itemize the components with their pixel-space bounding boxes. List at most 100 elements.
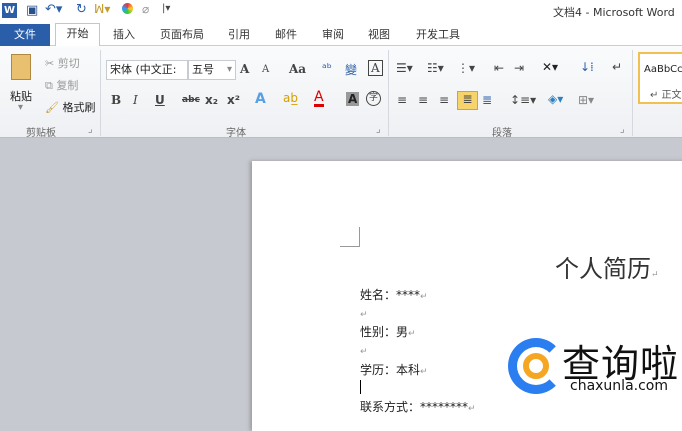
doc-line-text: 姓名：****: [360, 288, 421, 302]
style-preview: AaBbCc: [644, 64, 682, 75]
doc-line-text: 性别：男: [360, 325, 409, 339]
align-center-icon[interactable]: ≡: [418, 93, 428, 107]
font-name-value: 宋体 (中文正:: [110, 63, 177, 76]
document-title: 个人简历↵: [555, 255, 659, 283]
show-marks-icon[interactable]: ↵: [612, 60, 622, 74]
paste-dropdown-icon: ▾: [18, 102, 24, 113]
clipboard-group-label: 剪贴板: [26, 128, 56, 139]
numbering-icon[interactable]: ☷▾: [427, 61, 444, 75]
tab-file[interactable]: 文件: [0, 24, 50, 46]
ribbon-tabs: 文件 开始 插入 页面布局 引用 邮件 审阅 视图 开发工具: [0, 22, 682, 47]
font-size-select[interactable]: 五号 ▾: [188, 60, 236, 80]
justify-icon[interactable]: ≣: [457, 91, 478, 110]
doc-line-gender: 性别：男↵: [360, 325, 416, 339]
ribbon: 粘贴 ▾ ✂ 剪切 ⧉ 复制 🖌 格式刷 剪贴板 ⌟ 宋体 (中文正: 五号 ▾ …: [0, 46, 682, 139]
margin-corner-mark: [340, 227, 360, 247]
doc-line-empty: ↵: [360, 347, 368, 357]
enclose-char-icon[interactable]: 字: [366, 91, 381, 106]
doc-line-contact: 联系方式：********↵: [360, 400, 476, 414]
cut-button[interactable]: ✂ 剪切: [45, 55, 80, 71]
char-border-icon[interactable]: 變: [345, 61, 357, 78]
tab-review[interactable]: 审阅: [322, 25, 344, 46]
grow-font-icon[interactable]: A: [240, 62, 249, 76]
dialog-launcher-icon[interactable]: ⌟: [88, 124, 93, 135]
format-icon[interactable]: ꟽ▾: [94, 2, 110, 16]
format-painter-label: 格式刷: [62, 101, 96, 114]
tab-insert[interactable]: 插入: [113, 25, 135, 46]
scissors-icon: ✂: [45, 57, 55, 70]
clear-format-icon[interactable]: A: [368, 60, 383, 76]
redo-icon[interactable]: ↻: [76, 2, 87, 17]
divider: [632, 50, 633, 136]
doc-line-education: 学历：本科↵: [360, 363, 428, 377]
tab-mailings[interactable]: 邮件: [275, 25, 297, 46]
chevron-down-icon: ▾: [226, 64, 232, 75]
save-icon[interactable]: ▣: [26, 3, 38, 18]
undo-icon[interactable]: ↶▾: [45, 2, 62, 17]
superscript-button[interactable]: x²: [227, 93, 240, 107]
bold-button[interactable]: B: [111, 93, 121, 107]
word-logo-icon: W: [2, 3, 17, 18]
document-page[interactable]: 个人简历↵ 姓名：****↵ ↵ 性别：男↵ ↵ 学历：本科↵ 联系方式：***…: [252, 161, 682, 431]
align-left-icon[interactable]: ≡: [397, 93, 407, 107]
font-size-value: 五号: [192, 63, 214, 76]
borders-icon[interactable]: ⊞▾: [578, 93, 594, 107]
paragraph-group-label: 段落: [492, 128, 512, 139]
copy-label: 复制: [56, 79, 79, 92]
subscript-button[interactable]: x₂: [205, 93, 218, 107]
doc-line-text: 学历：本科: [360, 363, 421, 377]
divider: [388, 50, 389, 136]
color-icon[interactable]: [122, 3, 133, 14]
clear-icon[interactable]: ⌀: [142, 2, 149, 16]
tab-home[interactable]: 开始: [55, 23, 100, 47]
text-effects-icon[interactable]: A: [255, 91, 266, 107]
paste-icon: [11, 54, 31, 80]
copy-icon: ⧉: [45, 79, 53, 92]
phonetic-icon[interactable]: ᵃᵇ: [322, 61, 332, 75]
tab-page-layout[interactable]: 页面布局: [160, 25, 204, 46]
distributed-icon[interactable]: ≣: [482, 93, 492, 107]
text-cursor: [360, 380, 361, 394]
increase-indent-icon[interactable]: ⇥: [514, 61, 524, 75]
tab-references[interactable]: 引用: [228, 25, 250, 46]
char-shading-icon[interactable]: A: [346, 92, 360, 106]
italic-button[interactable]: I: [133, 93, 138, 107]
highlight-icon[interactable]: ab̲: [283, 91, 298, 105]
font-name-select[interactable]: 宋体 (中文正:: [106, 60, 188, 80]
style-name: ↵ 正文: [650, 90, 682, 101]
style-normal[interactable]: AaBbCc ↵ 正文: [638, 52, 682, 104]
doc-line-name: 姓名：****↵: [360, 288, 428, 302]
strikethrough-button[interactable]: abc: [182, 95, 200, 105]
underline-button[interactable]: U: [155, 93, 165, 107]
font-color-icon[interactable]: A: [314, 90, 324, 107]
title-bar: W ▣ ↶▾ ↻ ꟽ▾ ⌀ |▾ 文档4 - Microsoft Word: [0, 0, 682, 22]
brush-icon: 🖌: [45, 101, 59, 114]
paste-button[interactable]: 粘贴 ▾: [6, 52, 40, 113]
line-spacing-icon[interactable]: ↕≡▾: [510, 93, 536, 107]
sort-icon[interactable]: ↓⁞: [580, 60, 594, 74]
decrease-indent-icon[interactable]: ⇤: [494, 61, 504, 75]
dialog-launcher-icon[interactable]: ⌟: [620, 124, 625, 135]
chinese-layout-icon[interactable]: ✕▾: [542, 60, 558, 74]
copy-button[interactable]: ⧉ 复制: [45, 77, 78, 93]
doc-line-text: 联系方式：********: [360, 400, 469, 414]
dialog-launcher-icon[interactable]: ⌟: [376, 124, 381, 135]
doc-line-empty: ↵: [360, 310, 368, 320]
cut-label: 剪切: [57, 57, 80, 70]
align-right-icon[interactable]: ≡: [439, 93, 449, 107]
magnifier-icon: [523, 353, 549, 379]
tab-view[interactable]: 视图: [368, 25, 390, 46]
tab-developer[interactable]: 开发工具: [416, 25, 460, 46]
format-painter-button[interactable]: 🖌 格式刷: [45, 99, 95, 115]
watermark-url: chaxunla.com: [570, 378, 668, 394]
divider: [100, 50, 101, 136]
change-case-icon[interactable]: Aa: [289, 62, 306, 76]
bullets-icon[interactable]: ☰▾: [396, 61, 413, 75]
shrink-font-icon[interactable]: A: [262, 64, 269, 75]
shading-icon[interactable]: ◈▾: [548, 92, 563, 106]
watermark-logo: [508, 338, 564, 394]
customize-icon[interactable]: |▾: [162, 3, 170, 14]
multilevel-list-icon[interactable]: ⋮▾: [457, 61, 475, 75]
font-group-label: 字体: [226, 128, 246, 139]
window-title: 文档4 - Microsoft Word: [553, 6, 675, 19]
